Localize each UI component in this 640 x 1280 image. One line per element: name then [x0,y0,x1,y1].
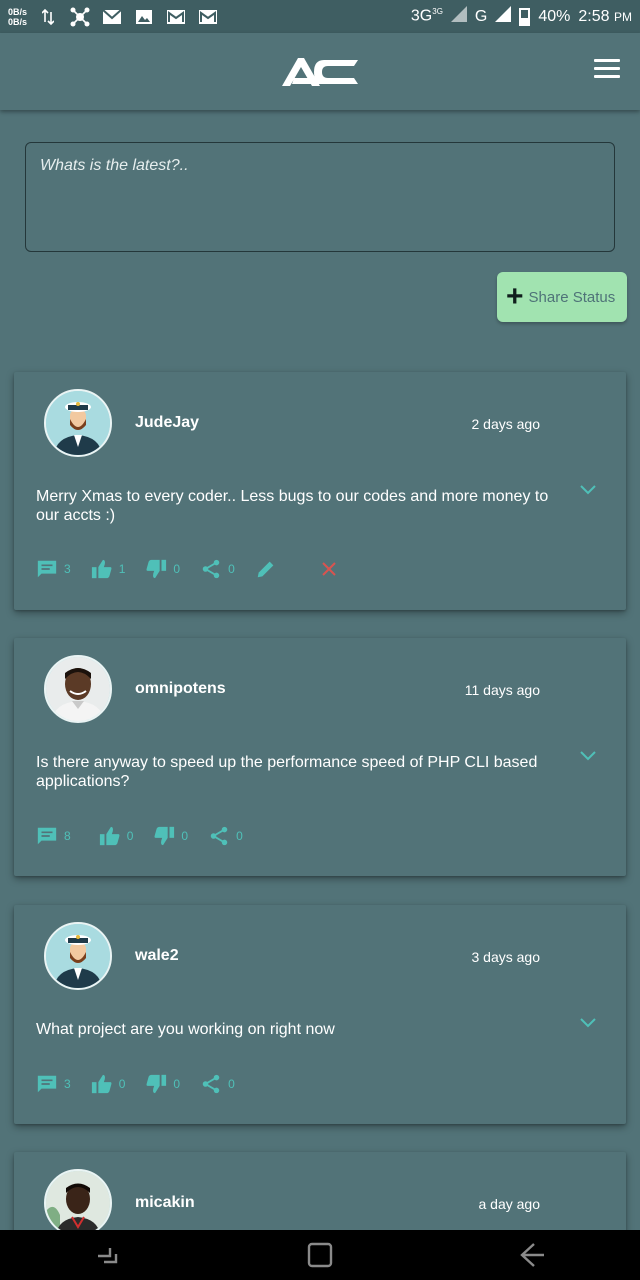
photo-avatar [46,1171,110,1235]
comment-icon [37,560,57,578]
thumbs-up-icon [99,826,120,846]
comment-icon [37,827,57,845]
comment-button[interactable]: 8 [36,825,71,847]
share-button[interactable]: 0 [200,1073,235,1095]
app-logo: </> [282,57,358,86]
back-icon[interactable] [518,1240,548,1270]
battery-level: 40% [538,7,571,25]
system-nav-bar [0,1230,640,1280]
edit-button[interactable] [255,558,277,580]
network-type-2: G [474,7,488,25]
like-count: 1 [118,562,126,576]
post-username[interactable]: wale2 [135,947,179,965]
share-button[interactable]: 0 [200,558,235,580]
post-time: 2 days ago [471,416,541,432]
comment-icon [37,1075,57,1093]
home-icon[interactable] [305,1240,335,1270]
share-icon [202,559,220,579]
like-button[interactable]: 1 [91,558,126,580]
share-count: 0 [236,829,243,843]
status-input[interactable] [25,142,615,252]
thumbs-down-icon [146,1074,167,1094]
post-text: What project are you working on right no… [36,1021,335,1038]
dislike-count: 0 [173,1077,181,1091]
share-status-label: Share Status [528,288,616,306]
signal-icon [495,6,512,27]
post-card: wale2 3 days ago What project are you wo… [14,905,626,1124]
share-icon [202,1074,220,1094]
network-speed: 0B/s 0B/s [8,7,27,27]
post-username[interactable]: omnipotens [135,680,226,698]
post-username[interactable]: micakin [135,1194,195,1212]
status-bar: 0B/s 0B/s 3G3G G 40% 2:58 PM [0,0,640,33]
avatar[interactable] [44,922,112,990]
post-time: 3 days ago [471,949,541,965]
avatar[interactable] [44,389,112,457]
comment-button[interactable]: 3 [36,558,71,580]
app-bar: </> [0,33,640,110]
post-time: a day ago [478,1196,541,1212]
avatar[interactable] [44,655,112,723]
captain-avatar-icon [46,924,110,988]
delete-button[interactable] [319,559,339,579]
photo-avatar [46,657,110,721]
post-card: omnipotens 11 days ago Is there anyway t… [14,638,626,876]
dislike-count: 0 [173,562,181,576]
comment-count: 8 [64,829,71,843]
comment-count: 3 [64,562,71,576]
chevron-down-icon[interactable] [578,482,598,496]
captain-avatar-icon [46,391,110,455]
share-count: 0 [228,1077,235,1091]
network-type: 3G3G [410,7,443,25]
dislike-button[interactable]: 0 [145,558,180,580]
comment-count: 3 [64,1077,71,1091]
post-text: Merry Xmas to every coder.. Less bugs to… [36,488,549,524]
dislike-button[interactable]: 0 [145,1073,180,1095]
signal-icon [450,6,467,27]
battery-icon [519,7,531,26]
chevron-down-icon[interactable] [578,1015,598,1029]
hamburger-menu-icon[interactable] [594,59,620,79]
plus-icon: + [506,280,524,313]
image-icon [133,8,155,26]
like-count: 0 [118,1077,126,1091]
net-up: 0B/s [8,6,28,17]
clock: 2:58 PM [578,7,632,25]
share-count: 0 [228,562,235,576]
like-button[interactable]: 0 [99,825,134,847]
avatar[interactable] [44,1169,112,1237]
post-actions: 8 0 0 0 [36,825,263,847]
post-card: JudeJay 2 days ago Merry Xmas to every c… [14,372,626,610]
post-username[interactable]: JudeJay [135,414,199,432]
dislike-count: 0 [181,829,189,843]
close-icon [322,562,336,576]
net-down: 0B/s [8,16,28,27]
recent-apps-icon[interactable] [92,1240,122,1270]
post-text: Is there anyway to speed up the performa… [36,754,538,790]
thumbs-up-icon [91,1074,112,1094]
share-status-button[interactable]: + Share Status [497,272,627,322]
share-button[interactable]: 0 [208,825,243,847]
data-transfer-icon [37,8,59,26]
pencil-icon [257,561,274,578]
mail-icon [101,8,123,26]
post-actions: 3 0 0 0 [36,1073,255,1095]
share-icon [210,826,228,846]
svg-text:</>: </> [336,68,351,77]
thumbs-down-icon [154,826,175,846]
gmail-icon [165,8,187,26]
chevron-down-icon[interactable] [578,748,598,762]
post-actions: 3 1 0 0 [36,558,339,580]
like-count: 0 [126,829,134,843]
app-notification-icon [69,7,91,26]
post-time: 11 days ago [464,682,540,698]
thumbs-up-icon [91,559,112,579]
gmail-icon [197,8,219,26]
like-button[interactable]: 0 [91,1073,126,1095]
dislike-button[interactable]: 0 [153,825,188,847]
thumbs-down-icon [146,559,167,579]
comment-button[interactable]: 3 [36,1073,71,1095]
